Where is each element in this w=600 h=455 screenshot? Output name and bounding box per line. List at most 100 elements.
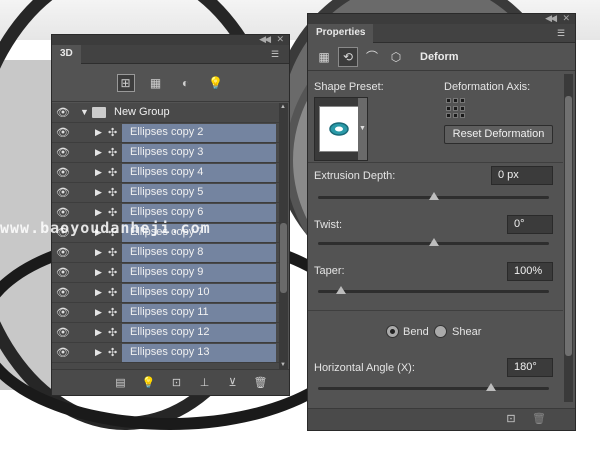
tab-properties[interactable]: Properties bbox=[308, 24, 374, 43]
add-light-icon[interactable]: 💡 bbox=[142, 376, 156, 390]
eye-icon[interactable]: 👁 bbox=[56, 347, 70, 359]
shear-label: Shear bbox=[452, 326, 482, 338]
slider-knob[interactable] bbox=[428, 192, 439, 200]
shear-radio[interactable] bbox=[434, 325, 447, 338]
expand-triangle-icon[interactable]: ▶ bbox=[95, 267, 102, 278]
preset-dropdown-icon[interactable]: ▼ bbox=[358, 98, 367, 160]
layer-label: Ellipses copy 13 bbox=[122, 344, 276, 362]
layer-label: Ellipses copy 5 bbox=[122, 184, 276, 202]
cap-icon[interactable]: ⌒ bbox=[362, 47, 382, 67]
layer-row[interactable]: 👁 ▶ ✣ Ellipses copy 12 bbox=[52, 323, 280, 343]
eye-icon[interactable]: 👁 bbox=[56, 267, 70, 279]
layer-row[interactable]: 👁 ▶ ✣ Ellipses copy 4 bbox=[52, 163, 280, 183]
twist-slider[interactable] bbox=[318, 238, 549, 246]
expand-triangle-icon[interactable]: ▶ bbox=[95, 147, 102, 158]
eye-icon[interactable]: 👁 bbox=[56, 167, 70, 179]
close-icon[interactable]: ✕ bbox=[276, 34, 284, 45]
trash-icon[interactable]: 🗑 bbox=[254, 376, 268, 390]
collapse-icon[interactable]: ◀◀ bbox=[545, 13, 557, 24]
scene-filter-icon[interactable]: ⊞ bbox=[116, 73, 135, 92]
expand-triangle-icon[interactable]: ▶ bbox=[95, 187, 102, 198]
eye-icon[interactable]: 👁 bbox=[56, 127, 70, 139]
extrusion-depth-label: Extrusion Depth: bbox=[314, 170, 396, 182]
slider-knob[interactable] bbox=[336, 286, 347, 294]
expand-triangle-icon[interactable]: ▶ bbox=[95, 167, 102, 178]
horizontal-angle-field[interactable]: 180° bbox=[507, 358, 553, 377]
render-icon[interactable]: ⊡ bbox=[170, 376, 184, 390]
close-icon[interactable]: ✕ bbox=[562, 13, 570, 24]
layer-label: Ellipses copy 10 bbox=[122, 284, 276, 302]
extrusion-depth-field[interactable]: 0 px bbox=[491, 166, 553, 185]
shape-preset-picker[interactable]: ▼ bbox=[314, 97, 368, 161]
ground-icon[interactable]: ⊥ bbox=[198, 376, 212, 390]
mesh-filter-icon[interactable]: ▦ bbox=[147, 74, 165, 92]
extrusion-depth-slider[interactable] bbox=[318, 192, 549, 200]
expand-triangle-icon[interactable]: ▶ bbox=[95, 207, 102, 218]
horizontal-angle-slider[interactable] bbox=[318, 383, 549, 391]
render-icon[interactable]: ⊡ bbox=[504, 412, 518, 426]
expand-triangle-icon[interactable]: ▶ bbox=[95, 327, 102, 338]
horizontal-angle-label: Horizontal Angle (X): bbox=[314, 362, 415, 374]
eye-icon[interactable]: 👁 bbox=[56, 307, 70, 319]
new-layer-icon[interactable]: ▤ bbox=[114, 376, 128, 390]
expand-triangle-icon[interactable]: ▶ bbox=[95, 247, 102, 258]
eye-icon[interactable]: 👁 bbox=[56, 247, 70, 259]
coordinates-icon[interactable]: ⬡ bbox=[386, 47, 406, 67]
bend-radio[interactable] bbox=[386, 325, 399, 338]
layer-row[interactable]: 👁 ▶ ✣ Ellipses copy 3 bbox=[52, 143, 280, 163]
eye-icon[interactable]: 👁 bbox=[56, 207, 70, 219]
mesh-layer-icon: ✣ bbox=[108, 187, 118, 199]
deform-icon[interactable]: ⟲ bbox=[338, 46, 358, 67]
scroll-down-icon[interactable]: ▼ bbox=[280, 362, 286, 368]
merge-icon[interactable]: ⊻ bbox=[226, 376, 240, 390]
expand-triangle-icon[interactable]: ▼ bbox=[80, 107, 89, 117]
layer-row[interactable]: 👁 ▶ ✣ Ellipses copy 8 bbox=[52, 243, 280, 263]
taper-label: Taper: bbox=[314, 265, 345, 277]
expand-triangle-icon[interactable]: ▶ bbox=[95, 347, 102, 358]
folder-icon bbox=[92, 107, 106, 118]
layer-label: Ellipses copy 9 bbox=[122, 264, 276, 282]
panel-header: ◀◀ ✕ bbox=[308, 13, 575, 24]
eye-icon[interactable]: 👁 bbox=[56, 107, 70, 119]
layer-row[interactable]: 👁 ▶ ✣ Ellipses copy 9 bbox=[52, 263, 280, 283]
layer-row[interactable]: 👁 ▶ ✣ Ellipses copy 13 bbox=[52, 343, 280, 363]
expand-triangle-icon[interactable]: ▶ bbox=[95, 287, 102, 298]
mesh-icon[interactable]: ▦ bbox=[314, 47, 334, 67]
panel-3d: ◀◀ ✕ 3D ☰ ⊞ ▦ ◐ 💡 👁 ▼ New Group 👁 ▶ ✣ Ellip… bbox=[51, 34, 290, 396]
layer-row[interactable]: 👁 ▶ ✣ Ellipses copy 2 bbox=[52, 123, 280, 143]
expand-triangle-icon[interactable]: ▶ bbox=[95, 307, 102, 318]
deformation-axis-grid[interactable] bbox=[446, 98, 467, 119]
slider-knob[interactable] bbox=[428, 238, 439, 246]
layer-row[interactable]: 👁 ▶ ✣ Ellipses copy 10 bbox=[52, 283, 280, 303]
layer-label: Ellipses copy 3 bbox=[122, 144, 276, 162]
taper-slider[interactable] bbox=[318, 286, 549, 294]
twist-field[interactable]: 0° bbox=[507, 215, 553, 234]
slider-knob[interactable] bbox=[486, 383, 497, 391]
scroll-up-icon[interactable]: ▲ bbox=[280, 104, 286, 110]
taper-field[interactable]: 100% bbox=[507, 262, 553, 281]
material-filter-icon[interactable]: ◐ bbox=[177, 74, 195, 92]
group-row[interactable]: 👁 ▼ New Group bbox=[52, 103, 280, 123]
reset-deformation-button[interactable]: Reset Deformation bbox=[444, 125, 553, 144]
scroll-thumb[interactable] bbox=[565, 96, 572, 356]
eye-icon[interactable]: 👁 bbox=[56, 147, 70, 159]
panel-footer: ⊡ 🗑 bbox=[308, 408, 575, 430]
collapse-icon[interactable]: ◀◀ bbox=[259, 34, 271, 45]
eye-icon[interactable]: 👁 bbox=[56, 187, 70, 199]
layer-row[interactable]: 👁 ▶ ✣ Ellipses copy 11 bbox=[52, 303, 280, 323]
eye-icon[interactable]: 👁 bbox=[56, 327, 70, 339]
panel-menu-icon[interactable]: ☰ bbox=[271, 49, 283, 59]
layer-row[interactable]: 👁 ▶ ✣ Ellipses copy 5 bbox=[52, 183, 280, 203]
properties-title: Deform bbox=[420, 50, 459, 63]
properties-scrollbar[interactable] bbox=[564, 74, 573, 402]
mesh-layer-icon: ✣ bbox=[108, 307, 118, 319]
panel-properties: ◀◀ ✕ Properties ☰ ▦ ⟲ ⌒ ⬡ Deform Shape P… bbox=[307, 13, 576, 431]
expand-triangle-icon[interactable]: ▶ bbox=[95, 127, 102, 138]
trash-icon[interactable]: 🗑 bbox=[532, 412, 546, 426]
tab-3d[interactable]: 3D bbox=[52, 45, 81, 64]
eye-icon[interactable]: 👁 bbox=[56, 287, 70, 299]
bend-label: Bend bbox=[403, 326, 429, 338]
light-filter-icon[interactable]: 💡 bbox=[207, 74, 225, 92]
deformation-axis-label: Deformation Axis: bbox=[444, 81, 531, 93]
panel-menu-icon[interactable]: ☰ bbox=[557, 28, 569, 38]
